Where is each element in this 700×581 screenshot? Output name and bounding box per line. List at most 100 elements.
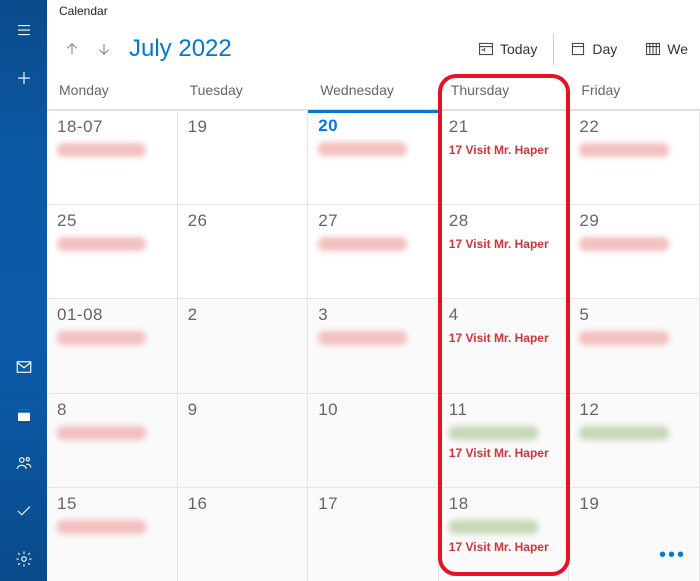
- week-view-button[interactable]: We: [631, 29, 692, 69]
- cell-date: 26: [188, 211, 300, 231]
- add-button[interactable]: [0, 60, 47, 96]
- calendar-cell[interactable]: 21 17 Visit Mr. Haper: [439, 110, 570, 204]
- calendar-cell[interactable]: 17: [308, 487, 439, 581]
- cell-date: 25: [57, 211, 169, 231]
- cell-date: 18-07: [57, 117, 169, 137]
- cell-date: 17: [318, 494, 430, 514]
- cell-date: 8: [57, 400, 169, 420]
- calendar-cell[interactable]: 15: [47, 487, 178, 581]
- more-button[interactable]: •••: [659, 544, 686, 567]
- cell-date: 12: [579, 400, 691, 420]
- cell-date: 29: [579, 211, 691, 231]
- calendar-cell[interactable]: 4 17 Visit Mr. Haper: [439, 298, 570, 392]
- month-title[interactable]: July 2022: [129, 35, 232, 63]
- next-button[interactable]: [89, 34, 119, 64]
- cell-date: 16: [188, 494, 300, 514]
- calendar-cell[interactable]: 12: [569, 393, 700, 487]
- redacted-event: [57, 426, 146, 440]
- cell-date: 4: [449, 305, 561, 325]
- day-header: Monday: [47, 74, 178, 109]
- calendar-cell[interactable]: 2: [178, 298, 309, 392]
- redacted-event: [57, 143, 146, 157]
- calendar-cell[interactable]: 18 17 Visit Mr. Haper: [439, 487, 570, 581]
- cell-date: 2: [188, 305, 300, 325]
- people-icon: [15, 454, 33, 472]
- cell-date: 9: [188, 400, 300, 420]
- arrow-up-icon: [63, 40, 81, 58]
- cell-date: 28: [449, 211, 561, 231]
- calendar-cell[interactable]: 29: [569, 204, 700, 298]
- hamburger-icon: [15, 21, 33, 39]
- redacted-event: [579, 143, 668, 157]
- cell-date: 21: [449, 117, 561, 137]
- calendar-cell[interactable]: 20: [308, 110, 439, 204]
- nav-arrows: [57, 34, 119, 64]
- calendar-cell[interactable]: 3: [308, 298, 439, 392]
- people-button[interactable]: [0, 445, 47, 481]
- prev-button[interactable]: [57, 34, 87, 64]
- cell-date: 01-08: [57, 305, 169, 325]
- redacted-event: [579, 331, 668, 345]
- redacted-event: [449, 426, 538, 440]
- today-label: Today: [500, 41, 537, 57]
- cell-date: 19: [579, 494, 691, 514]
- redacted-event: [449, 520, 538, 534]
- event-item[interactable]: 17 Visit Mr. Haper: [449, 540, 561, 554]
- cell-date: 19: [188, 117, 300, 137]
- redacted-event: [318, 237, 407, 251]
- redacted-event: [579, 237, 668, 251]
- calendar-grid: 18-0719202117 Visit Mr. Haper22252627281…: [47, 110, 700, 581]
- calendar-cell[interactable]: 9: [178, 393, 309, 487]
- event-item[interactable]: 17 Visit Mr. Haper: [449, 331, 561, 345]
- mail-button[interactable]: [0, 349, 47, 385]
- calendar-cell[interactable]: 16: [178, 487, 309, 581]
- calendar-cell[interactable]: 01-08: [47, 298, 178, 392]
- redacted-event: [579, 426, 668, 440]
- week-icon: [645, 41, 661, 57]
- settings-button[interactable]: [0, 541, 47, 577]
- cell-date: 18: [449, 494, 561, 514]
- calendar-cell[interactable]: 25: [47, 204, 178, 298]
- hamburger-button[interactable]: [0, 12, 47, 48]
- calendar-cell[interactable]: 1117 Visit Mr. Haper: [439, 393, 570, 487]
- redacted-event: [318, 331, 407, 345]
- today-icon: [478, 41, 494, 57]
- sidebar: [0, 0, 47, 581]
- week-view-label: We: [667, 41, 688, 57]
- cell-date: 20: [318, 116, 430, 136]
- calendar-cell[interactable]: 8: [47, 393, 178, 487]
- calendar-cell[interactable]: 22: [569, 110, 700, 204]
- calendar-cell[interactable]: 19: [178, 110, 309, 204]
- gear-icon: [15, 550, 33, 568]
- event-item[interactable]: 17 Visit Mr. Haper: [449, 446, 561, 460]
- main-panel: Calendar July 2022 Today Day: [47, 0, 700, 581]
- day-view-label: Day: [592, 41, 617, 57]
- redacted-event: [57, 237, 146, 251]
- calendar-cell[interactable]: 18-07: [47, 110, 178, 204]
- redacted-event: [57, 520, 146, 534]
- cell-date: 15: [57, 494, 169, 514]
- cell-date: 3: [318, 305, 430, 325]
- cell-date: 5: [579, 305, 691, 325]
- calendar-header: July 2022 Today Day We: [47, 24, 700, 74]
- calendar-cell[interactable]: 28 17 Visit Mr. Haper: [439, 204, 570, 298]
- todo-button[interactable]: [0, 493, 47, 529]
- cell-date: 10: [318, 400, 430, 420]
- calendar-cell[interactable]: 27: [308, 204, 439, 298]
- day-icon: [570, 41, 586, 57]
- check-icon: [15, 502, 33, 520]
- event-item[interactable]: 17 Visit Mr. Haper: [449, 237, 561, 251]
- event-item[interactable]: 17 Visit Mr. Haper: [449, 143, 561, 157]
- calendar-cell[interactable]: 5: [569, 298, 700, 392]
- redacted-event: [318, 142, 407, 156]
- plus-icon: [15, 69, 33, 87]
- cell-date: 27: [318, 211, 430, 231]
- day-header: Thursday: [439, 74, 570, 109]
- arrow-down-icon: [95, 40, 113, 58]
- calendar-cell[interactable]: 10: [308, 393, 439, 487]
- window-title: Calendar: [47, 0, 700, 24]
- calendar-button[interactable]: [0, 397, 47, 433]
- calendar-cell[interactable]: 26: [178, 204, 309, 298]
- today-button[interactable]: Today: [464, 29, 551, 69]
- day-view-button[interactable]: Day: [556, 29, 631, 69]
